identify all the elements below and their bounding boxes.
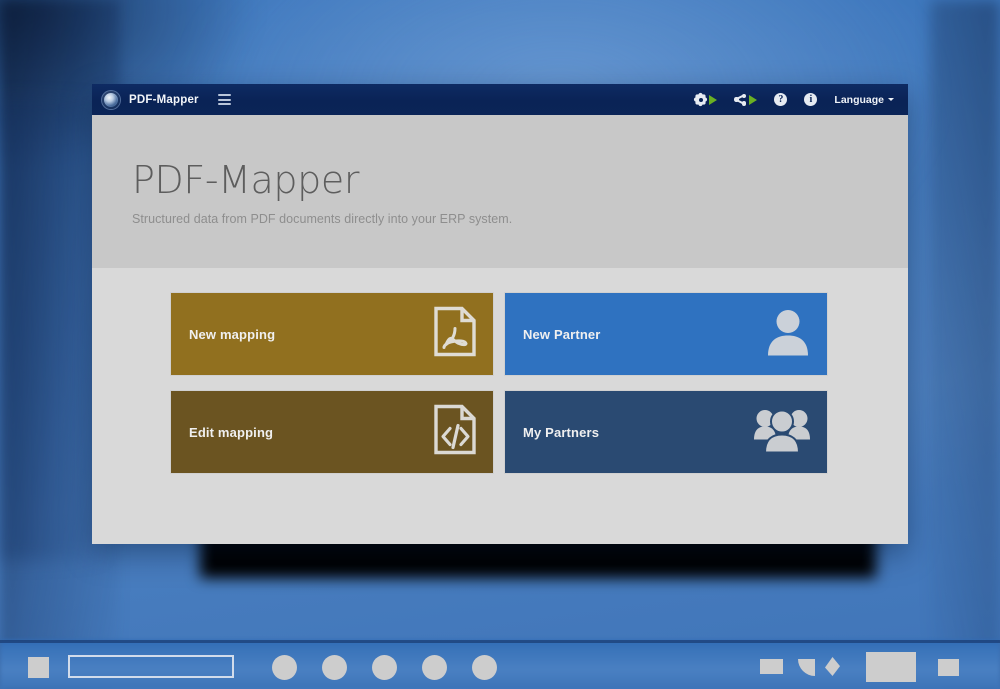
info-circle-icon[interactable]: i bbox=[804, 93, 818, 106]
tile-label: My Partners bbox=[523, 424, 600, 440]
caret-down-icon bbox=[888, 98, 894, 101]
navbar-brand-group[interactable]: PDF-Mapper bbox=[102, 90, 231, 109]
hamburger-menu-icon[interactable] bbox=[217, 94, 231, 105]
speaker-icon[interactable] bbox=[825, 657, 840, 676]
tile-new-partner[interactable]: New Partner bbox=[505, 293, 827, 375]
language-label: Language bbox=[834, 93, 884, 106]
sphere-logo-icon bbox=[102, 90, 120, 109]
gear-icon bbox=[695, 94, 707, 105]
navbar-actions: ? i Language bbox=[695, 93, 894, 106]
task-icon-1[interactable] bbox=[272, 655, 297, 680]
share-nodes-icon bbox=[734, 93, 747, 106]
brand-label: PDF-Mapper bbox=[129, 93, 199, 106]
task-icon-4[interactable] bbox=[422, 655, 447, 680]
task-icon-5[interactable] bbox=[472, 655, 497, 680]
code-file-icon bbox=[433, 404, 477, 460]
taskbar-top-border bbox=[0, 640, 1000, 643]
tile-my-partners[interactable]: My Partners bbox=[505, 391, 827, 473]
desktop-background: PDF-Mapper ? i Language PDF-Mapper Struc… bbox=[0, 0, 1000, 689]
page-title: PDF-Mapper bbox=[132, 158, 360, 202]
search-input[interactable] bbox=[68, 655, 234, 678]
pdf-mapper-window: PDF-Mapper ? i Language PDF-Mapper Struc… bbox=[92, 84, 908, 544]
tile-label: New mapping bbox=[189, 326, 276, 342]
desktop-vignette-right bbox=[930, 0, 1000, 689]
tile-edit-mapping[interactable]: Edit mapping bbox=[171, 391, 493, 473]
start-button[interactable] bbox=[28, 657, 49, 678]
share-play-icon[interactable] bbox=[734, 93, 758, 106]
play-triangle-icon bbox=[709, 94, 718, 105]
gear-play-icon[interactable] bbox=[695, 94, 718, 105]
tray-clock[interactable] bbox=[866, 652, 916, 682]
tile-new-mapping[interactable]: New mapping bbox=[171, 293, 493, 375]
tray-icon-1[interactable] bbox=[760, 659, 783, 674]
app-navbar: PDF-Mapper ? i Language bbox=[92, 84, 908, 115]
hero-section: PDF-Mapper Structured data from PDF docu… bbox=[92, 115, 908, 268]
user-icon bbox=[765, 308, 811, 361]
pdf-file-icon bbox=[433, 306, 477, 362]
wifi-icon[interactable] bbox=[798, 659, 815, 676]
tile-label: New Partner bbox=[523, 326, 601, 342]
page-subtitle: Structured data from PDF documents direc… bbox=[132, 211, 513, 226]
task-icon-2[interactable] bbox=[322, 655, 347, 680]
tile-label: Edit mapping bbox=[189, 424, 274, 440]
language-dropdown[interactable]: Language bbox=[834, 94, 894, 106]
task-icon-3[interactable] bbox=[372, 655, 397, 680]
question-circle-icon[interactable]: ? bbox=[774, 93, 788, 106]
tile-grid: New mapping New Partner Edit mapping My … bbox=[92, 268, 908, 473]
play-triangle-icon bbox=[749, 94, 758, 105]
users-group-icon bbox=[753, 406, 811, 459]
show-desktop-button[interactable] bbox=[938, 659, 959, 676]
taskbar-items bbox=[0, 640, 1000, 689]
